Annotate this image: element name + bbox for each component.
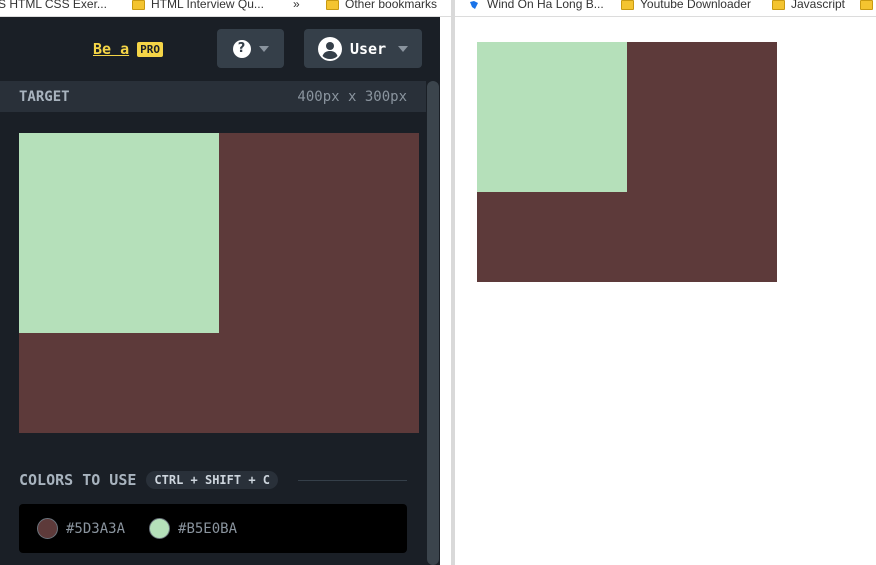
- color-swatches: #5D3A3A #B5E0BA: [19, 504, 407, 553]
- target-image: [19, 133, 419, 433]
- bookmarks-bar-right: Wind On Ha Long B... Youtube Downloader …: [455, 0, 876, 17]
- target-size: 400px x 300px: [297, 88, 407, 105]
- bookmark-wind-on-ha-long[interactable]: Wind On Ha Long B...: [469, 0, 604, 12]
- target-square: [19, 133, 219, 333]
- colors-title: COLORS TO USE: [19, 471, 137, 489]
- target-header: TARGET 400px x 300px: [0, 81, 426, 112]
- color-dot: [37, 518, 58, 539]
- pro-badge: PRO: [137, 41, 163, 57]
- colors-header: COLORS TO USE CTRL + SHIFT + C: [19, 469, 407, 491]
- output-square: [477, 42, 627, 192]
- bookmarks-overflow-button[interactable]: »: [293, 0, 300, 12]
- divider: [298, 479, 407, 481]
- target-title: TARGET: [19, 88, 70, 105]
- color-dot: [149, 518, 171, 539]
- bookmark-javascript[interactable]: Javascript: [772, 0, 845, 12]
- help-button[interactable]: ?: [217, 29, 284, 68]
- question-icon: ?: [232, 39, 251, 58]
- output-preview: [455, 18, 876, 565]
- color-hex: #B5E0BA: [178, 520, 238, 537]
- be-a-pro-link[interactable]: Be a PRO: [93, 40, 163, 58]
- color-hex: #5D3A3A: [66, 520, 126, 537]
- bookmark-html-css-exercises[interactable]: S HTML CSS Exer...: [0, 0, 107, 12]
- chevron-down-icon: [398, 45, 409, 52]
- folder-icon: [326, 0, 339, 10]
- user-avatar-icon: [318, 36, 342, 61]
- bookmark-youtube-downloader[interactable]: Youtube Downloader: [621, 0, 751, 12]
- bookmarks-bar-left: S HTML CSS Exer... HTML Interview Qu... …: [0, 0, 451, 17]
- bookmark-folder-overflow[interactable]: [860, 0, 876, 12]
- folder-icon: [772, 0, 785, 10]
- be-a-text: Be a: [93, 40, 130, 58]
- bookmark-html-interview[interactable]: HTML Interview Qu...: [132, 0, 264, 12]
- folder-icon: [132, 0, 145, 10]
- user-label: User: [350, 39, 387, 58]
- folder-icon: [621, 0, 634, 10]
- app-header: Be a PRO ? User: [0, 17, 440, 80]
- chevron-down-icon: [258, 45, 269, 52]
- color-swatch[interactable]: #B5E0BA: [149, 518, 237, 539]
- scrollbar-thumb[interactable]: [427, 81, 439, 565]
- folder-icon: [860, 0, 873, 10]
- color-swatch[interactable]: #5D3A3A: [37, 518, 125, 539]
- wind-icon: [470, 0, 478, 9]
- user-menu-button[interactable]: User: [304, 29, 422, 68]
- output-rectangle: [477, 42, 777, 282]
- bookmark-other-bookmarks[interactable]: Other bookmarks: [326, 0, 437, 12]
- copy-shortcut-hint: CTRL + SHIFT + C: [146, 471, 278, 489]
- app-panel: Be a PRO ? User TARGET 400px x 300px COL…: [0, 17, 440, 565]
